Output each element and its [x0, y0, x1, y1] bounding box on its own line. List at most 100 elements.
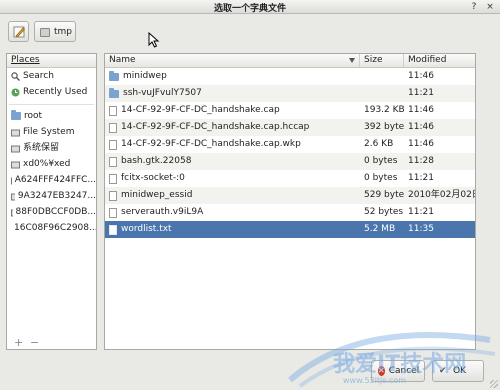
column-name-label: Name	[109, 55, 136, 65]
file-name: 14-CF-92-9F-CF-DC_handshake.cap.hccap	[121, 122, 310, 132]
file-name-cell: bash.gtk.22058	[105, 153, 360, 170]
file-size-cell: 529 bytes	[364, 190, 404, 200]
file-icon	[109, 122, 117, 133]
file-row[interactable]: minidwep 11:46	[105, 68, 475, 85]
file-name-cell: minidwep	[105, 68, 360, 85]
place-root[interactable]: root	[7, 108, 96, 124]
file-row[interactable]: minidwep_essid 529 bytes 2010年02月02日	[105, 187, 475, 204]
file-row[interactable]: bash.gtk.22058 0 bytes 11:28	[105, 153, 475, 170]
folder-icon	[109, 87, 119, 98]
file-modified-cell: 11:21	[408, 88, 434, 98]
file-icon	[109, 173, 117, 184]
mouse-cursor-icon	[148, 32, 160, 48]
file-name: ssh-vuJFvulY7507	[123, 88, 202, 98]
file-size-cell: 0 bytes	[364, 156, 398, 166]
file-name: wordlist.txt	[121, 224, 172, 234]
sort-descending-icon	[349, 58, 355, 63]
file-modified-cell: 11:46	[408, 105, 434, 115]
file-icon	[109, 190, 117, 201]
file-size-cell: 0 bytes	[364, 173, 398, 183]
watermark-url: www.52itjs.com	[343, 376, 406, 385]
file-name-cell: minidwep_essid	[105, 187, 360, 204]
file-modified-cell: 2010年02月02日	[408, 190, 475, 200]
place-label: root	[24, 111, 43, 121]
file-size-cell: 52 bytes	[364, 207, 404, 217]
file-modified-cell: 11:21	[408, 173, 434, 183]
edit-location-button[interactable]	[8, 21, 29, 42]
file-name: serverauth.v9iL9A	[121, 207, 204, 217]
help-button[interactable]: ?	[468, 1, 480, 13]
path-segment-label: tmp	[54, 27, 73, 37]
file-name-cell: wordlist.txt	[105, 221, 360, 238]
drive-icon	[11, 209, 13, 216]
place-volume[interactable]: 9A3247EB3247...	[7, 188, 96, 204]
path-segment-button[interactable]: tmp	[34, 21, 76, 42]
places-header[interactable]: Places	[7, 54, 96, 68]
file-icon	[109, 139, 117, 150]
folder-icon	[109, 70, 119, 81]
file-modified-cell: 11:28	[408, 156, 434, 166]
close-window-button[interactable]: ×	[484, 1, 496, 13]
window-title: 选取一个字典文件	[213, 4, 286, 14]
place-recently-used[interactable]: Recently Used	[7, 84, 96, 100]
file-modified-cell: 11:21	[408, 207, 434, 217]
place-volume[interactable]: 16C08F96C2908...	[7, 220, 96, 236]
watermark-text: 我爱IT技术网	[333, 352, 467, 377]
file-modified-cell: 11:35	[408, 224, 434, 234]
file-size-cell: 5.2 MB	[364, 224, 396, 234]
file-modified-cell: 11:46	[408, 122, 434, 132]
place-volume[interactable]: A624FFF424FFC...	[7, 172, 96, 188]
file-name: 14-CF-92-9F-CF-DC_handshake.cap.wkp	[121, 139, 301, 149]
file-name: minidwep_essid	[121, 190, 193, 200]
file-size-cell: 2.6 KB	[364, 139, 394, 149]
file-row[interactable]: 14-CF-92-9F-CF-DC_handshake.cap.wkp 2.6 K…	[105, 136, 475, 153]
place-label: xd0%¥xed	[23, 159, 71, 169]
place-volume[interactable]: 88F0DBCCF0DB...	[7, 204, 96, 220]
column-modified-header[interactable]: Modified	[404, 54, 475, 67]
file-row[interactable]: fcitx-socket-:0 0 bytes 11:21	[105, 170, 475, 187]
drive-icon	[11, 193, 15, 200]
remove-bookmark-button[interactable]: −	[30, 336, 39, 349]
file-row[interactable]: 14-CF-92-9F-CF-DC_handshake.cap.hccap 392…	[105, 119, 475, 136]
file-rows: minidwep 11:46 ssh-vuJFvulY7507 11:21 14-CF-…	[105, 68, 475, 238]
file-row[interactable]: 14-CF-92-9F-CF-DC_handshake.cap 193.2 KB 1…	[105, 102, 475, 119]
file-icon	[109, 207, 117, 218]
place-file-system[interactable]: File System	[7, 124, 96, 140]
column-headers: Name Size Modified	[105, 54, 475, 68]
file-size-cell	[360, 85, 404, 102]
title-bar: 选取一个字典文件 ? ×	[0, 0, 500, 14]
file-row[interactable]: wordlist.txt 5.2 MB 11:35	[105, 221, 475, 238]
search-icon	[11, 71, 20, 81]
place-label: A624FFF424FFC...	[14, 175, 96, 185]
file-modified-cell: 11:46	[408, 139, 434, 149]
file-name: 14-CF-92-9F-CF-DC_handshake.cap	[121, 105, 280, 115]
file-name-cell: 14-CF-92-9F-CF-DC_handshake.cap.wkp	[105, 136, 360, 153]
file-row[interactable]: ssh-vuJFvulY7507 11:21	[105, 85, 475, 102]
place-label: 系统保留	[23, 143, 60, 153]
drive-icon	[40, 28, 50, 37]
file-icon	[109, 105, 117, 116]
file-icon	[109, 224, 117, 235]
place-system-reserved[interactable]: 系统保留	[7, 140, 96, 156]
file-name: minidwep	[123, 71, 167, 81]
place-search[interactable]: Search	[7, 68, 96, 84]
add-bookmark-button[interactable]: +	[14, 336, 23, 349]
resize-grip[interactable]	[490, 380, 498, 388]
column-name-header[interactable]: Name	[105, 54, 360, 67]
drive-icon	[11, 161, 20, 168]
column-size-header[interactable]: Size	[360, 54, 404, 67]
place-label: 9A3247EB3247...	[17, 191, 96, 201]
place-label: Recently Used	[23, 87, 88, 97]
drive-icon	[11, 177, 12, 184]
place-volume[interactable]: xd0%¥xed	[7, 156, 96, 172]
file-name: fcitx-socket-:0	[121, 173, 185, 183]
file-size-cell	[360, 68, 404, 85]
place-label: 88F0DBCCF0DB...	[15, 207, 96, 217]
file-name-cell: serverauth.v9iL9A	[105, 204, 360, 221]
file-row[interactable]: serverauth.v9iL9A 52 bytes 11:21	[105, 204, 475, 221]
file-size-cell: 392 bytes	[364, 122, 404, 132]
place-label: File System	[23, 127, 75, 137]
file-name: bash.gtk.22058	[121, 156, 192, 166]
file-name-cell: 14-CF-92-9F-CF-DC_handshake.cap	[105, 102, 360, 119]
places-separator	[9, 100, 94, 105]
